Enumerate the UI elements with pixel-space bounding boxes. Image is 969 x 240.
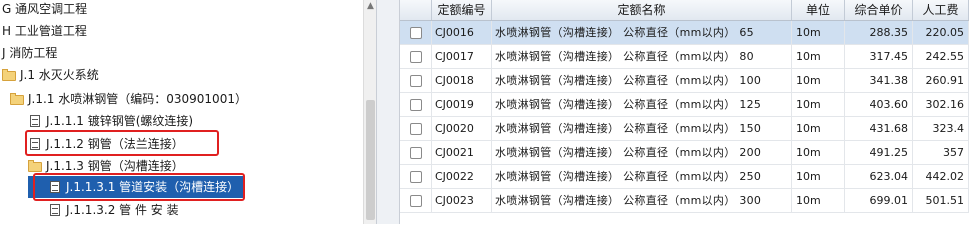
table-row[interactable]: CJ0017 水喷淋钢管（沟槽连接） 公称直径（mm以内） 80 10m 317…: [400, 45, 969, 69]
cell-price: 403.60: [845, 93, 913, 116]
header-unit[interactable]: 单位: [792, 0, 845, 20]
folder-icon: [28, 160, 42, 172]
cell-unit: 10m: [792, 69, 845, 92]
tree-item-fitting-install[interactable]: J.1.1.3.2 管 件 安 装: [48, 199, 179, 221]
cell-code: CJ0019: [432, 93, 492, 116]
cell-price: 341.38: [845, 69, 913, 92]
tree-item-galvanized-threaded[interactable]: J.1.1.1 镀锌钢管(螺纹连接): [28, 110, 193, 132]
cell-code: CJ0022: [432, 165, 492, 188]
cell-labor: 501.51: [913, 189, 969, 212]
table-row[interactable]: CJ0018 水喷淋钢管（沟槽连接） 公称直径（mm以内） 100 10m 34…: [400, 69, 969, 93]
tree-item-label: H 工业管道工程: [2, 24, 87, 38]
cell-name: 水喷淋钢管（沟槽连接） 公称直径（mm以内） 200: [492, 141, 792, 164]
table-row[interactable]: CJ0022 水喷淋钢管（沟槽连接） 公称直径（mm以内） 250 10m 62…: [400, 165, 969, 189]
cell-name: 水喷淋钢管（沟槽连接） 公称直径（mm以内） 150: [492, 117, 792, 140]
category-tree: G 通风空调工程 H 工业管道工程 J 消防工程 J.1 水灭火系统 J.1.1…: [0, 0, 376, 224]
row-checkbox[interactable]: [409, 26, 422, 39]
header-checkbox-col: [400, 0, 432, 20]
table-row[interactable]: CJ0016 水喷淋钢管（沟槽连接） 公称直径（mm以内） 65 10m 288…: [400, 21, 969, 45]
cell-price: 623.04: [845, 165, 913, 188]
cell-unit: 10m: [792, 93, 845, 116]
cell-name: 水喷淋钢管（沟槽连接） 公称直径（mm以内） 125: [492, 93, 792, 116]
cell-name: 水喷淋钢管（沟槽连接） 公称直径（mm以内） 300: [492, 189, 792, 212]
row-checkbox[interactable]: [409, 98, 422, 111]
tree-item-label: J.1.1.2 钢管（法兰连接）: [46, 137, 184, 151]
tree-item-groove-connection[interactable]: J.1.1.3 钢管（沟槽连接）: [28, 155, 184, 177]
tree-scrollbar[interactable]: ▲: [363, 0, 376, 224]
table-row[interactable]: CJ0023 水喷淋钢管（沟槽连接） 公称直径（mm以内） 300 10m 69…: [400, 189, 969, 213]
cell-code: CJ0017: [432, 45, 492, 68]
cell-code: CJ0023: [432, 189, 492, 212]
cell-name: 水喷淋钢管（沟槽连接） 公称直径（mm以内） 100: [492, 69, 792, 92]
cell-unit: 10m: [792, 189, 845, 212]
cell-price: 699.01: [845, 189, 913, 212]
document-icon: [48, 204, 62, 216]
row-checkbox[interactable]: [409, 194, 422, 207]
document-icon: [48, 181, 62, 193]
document-icon: [28, 138, 42, 150]
cell-labor: 242.55: [913, 45, 969, 68]
cell-labor: 442.02: [913, 165, 969, 188]
tree-item-label: J.1.1.3.1 管道安装（沟槽连接）: [66, 180, 240, 194]
table-row[interactable]: CJ0020 水喷淋钢管（沟槽连接） 公称直径（mm以内） 150 10m 43…: [400, 117, 969, 141]
cell-unit: 10m: [792, 45, 845, 68]
quota-table: 定额编号 定额名称 单位 综合单价 人工费 CJ0016 水喷淋钢管（沟槽连接）…: [400, 0, 969, 224]
tree-item-flange-connection[interactable]: J.1.1.2 钢管（法兰连接）: [28, 133, 184, 155]
cell-unit: 10m: [792, 141, 845, 164]
tree-item-label: J 消防工程: [2, 46, 58, 60]
tree-item-water-extinguishing[interactable]: J.1 水灭火系统: [2, 64, 99, 86]
row-checkbox[interactable]: [409, 122, 422, 135]
tree-item-label: J.1.1 水喷淋钢管（编码：030901001）: [28, 92, 247, 106]
tree-item-label: J.1.1.3 钢管（沟槽连接）: [46, 159, 184, 173]
cell-code: CJ0016: [432, 21, 492, 44]
table-row[interactable]: CJ0019 水喷淋钢管（沟槽连接） 公称直径（mm以内） 125 10m 40…: [400, 93, 969, 117]
cell-price: 431.68: [845, 117, 913, 140]
cell-price: 317.45: [845, 45, 913, 68]
tree-item-label: J.1.1.3.2 管 件 安 装: [66, 203, 179, 217]
cell-unit: 10m: [792, 117, 845, 140]
cell-code: CJ0018: [432, 69, 492, 92]
cell-unit: 10m: [792, 21, 845, 44]
row-checkbox[interactable]: [409, 50, 422, 63]
cell-labor: 220.05: [913, 21, 969, 44]
tree-item-label: G 通风空调工程: [2, 2, 88, 16]
cell-name: 水喷淋钢管（沟槽连接） 公称直径（mm以内） 65: [492, 21, 792, 44]
cell-code: CJ0021: [432, 141, 492, 164]
header-price[interactable]: 综合单价: [845, 0, 913, 20]
tree-item-label: J.1.1.1 镀锌钢管(螺纹连接): [46, 114, 194, 128]
panel-splitter[interactable]: [376, 0, 400, 224]
folder-icon: [10, 93, 24, 105]
header-code[interactable]: 定额编号: [432, 0, 492, 20]
cell-labor: 260.91: [913, 69, 969, 92]
table-header: 定额编号 定额名称 单位 综合单价 人工费: [400, 0, 969, 21]
cell-price: 491.25: [845, 141, 913, 164]
scroll-up-icon[interactable]: ▲: [364, 0, 376, 13]
row-checkbox[interactable]: [409, 74, 422, 87]
cell-labor: 357: [913, 141, 969, 164]
cell-price: 288.35: [845, 21, 913, 44]
cell-name: 水喷淋钢管（沟槽连接） 公称直径（mm以内） 250: [492, 165, 792, 188]
folder-icon: [2, 69, 16, 81]
cell-labor: 323.4: [913, 117, 969, 140]
cell-name: 水喷淋钢管（沟槽连接） 公称直径（mm以内） 80: [492, 45, 792, 68]
header-labor[interactable]: 人工费: [913, 0, 969, 20]
header-name[interactable]: 定额名称: [492, 0, 792, 20]
tree-item-ventilation[interactable]: G 通风空调工程: [2, 0, 87, 20]
row-checkbox[interactable]: [409, 146, 422, 159]
cell-unit: 10m: [792, 165, 845, 188]
tree-item-sprinkler-steel-pipe[interactable]: J.1.1 水喷淋钢管（编码：030901001）: [10, 88, 247, 110]
cell-code: CJ0020: [432, 117, 492, 140]
document-icon: [28, 115, 42, 127]
tree-item-fire-protection[interactable]: J 消防工程: [2, 42, 57, 64]
tree-item-label: J.1 水灭火系统: [20, 68, 99, 82]
row-checkbox[interactable]: [409, 170, 422, 183]
scrollbar-thumb[interactable]: [366, 100, 375, 220]
table-row[interactable]: CJ0021 水喷淋钢管（沟槽连接） 公称直径（mm以内） 200 10m 49…: [400, 141, 969, 165]
tree-item-industrial-pipe[interactable]: H 工业管道工程: [2, 20, 87, 42]
tree-item-pipe-install-groove[interactable]: J.1.1.3.1 管道安装（沟槽连接）: [28, 176, 244, 198]
cell-labor: 302.16: [913, 93, 969, 116]
